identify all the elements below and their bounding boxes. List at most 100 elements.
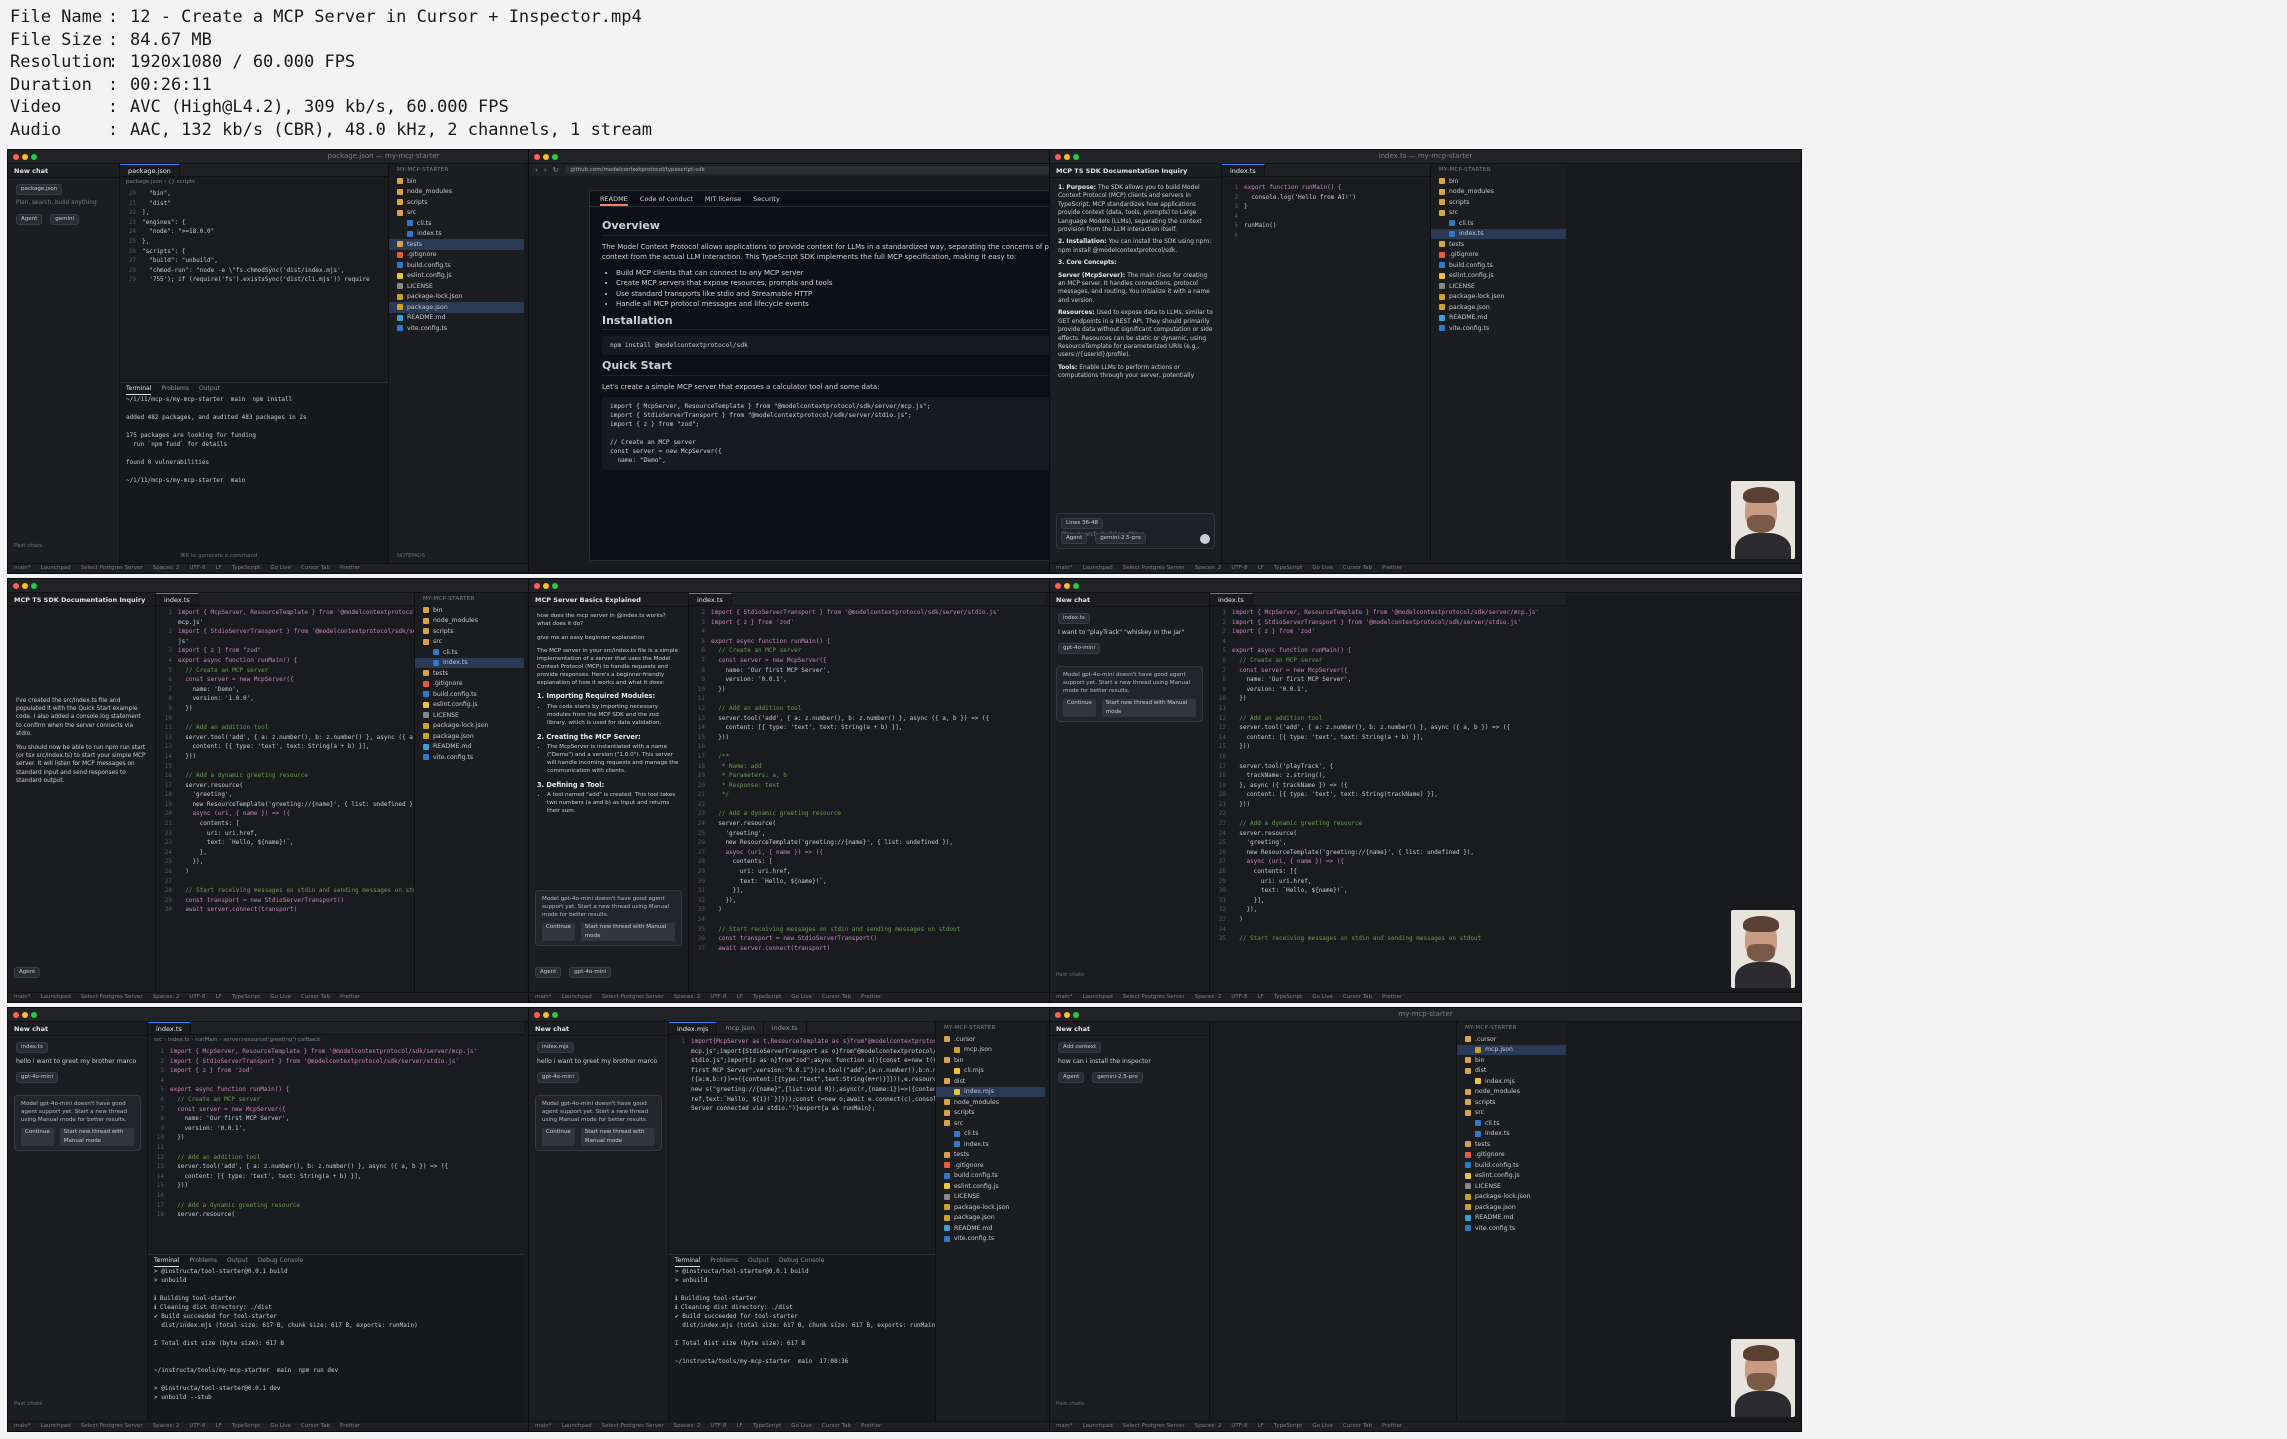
- status-item[interactable]: Spaces: 2: [1195, 564, 1222, 573]
- close-icon[interactable]: [13, 1012, 19, 1018]
- close-icon[interactable]: [534, 583, 540, 589]
- explorer-item[interactable]: README.md: [1457, 1213, 1566, 1224]
- status-item[interactable]: Cursor Tab: [1343, 993, 1372, 1002]
- context-chip[interactable]: index.ts: [1058, 613, 1090, 624]
- explorer-item[interactable]: LICENSE: [1457, 1181, 1566, 1192]
- minimize-icon[interactable]: [22, 583, 28, 589]
- explorer-item[interactable]: tests: [389, 239, 524, 250]
- explorer-item[interactable]: node_modules: [415, 616, 524, 627]
- explorer-item[interactable]: src: [415, 637, 524, 648]
- explorer-item[interactable]: build.config.ts: [1457, 1160, 1566, 1171]
- status-item[interactable]: main*: [14, 1422, 31, 1431]
- maximize-icon[interactable]: [1073, 583, 1079, 589]
- explorer-item[interactable]: cli.ts: [936, 1129, 1045, 1140]
- explorer-item[interactable]: scripts: [415, 626, 524, 637]
- explorer-item[interactable]: build.config.ts: [1431, 260, 1566, 271]
- editor-tab-mcp-json[interactable]: mcp.json: [717, 1022, 764, 1034]
- add-context-button[interactable]: Add context: [1058, 1042, 1102, 1053]
- explorer-item[interactable]: .cursor: [936, 1034, 1045, 1045]
- explorer-item[interactable]: LICENSE: [415, 710, 524, 721]
- explorer-item[interactable]: node_modules: [936, 1097, 1045, 1108]
- maximize-icon[interactable]: [552, 583, 558, 589]
- lines-chip[interactable]: Lines 36-48: [1061, 518, 1104, 529]
- explorer-item[interactable]: eslint.config.js: [415, 700, 524, 711]
- terminal-tab-terminal[interactable]: Terminal: [126, 383, 152, 395]
- status-item[interactable]: Launchpad: [41, 993, 71, 1002]
- agent-mode-button[interactable]: Agent: [14, 967, 41, 978]
- readme-tab-security[interactable]: Security: [753, 191, 780, 206]
- status-item[interactable]: main*: [535, 993, 552, 1002]
- status-item[interactable]: Select Postgres Server: [81, 993, 143, 1002]
- readme-tab-code-of-conduct[interactable]: Code of conduct: [640, 191, 693, 206]
- status-item[interactable]: Launchpad: [41, 1422, 71, 1431]
- readme-tab-mit-license[interactable]: MIT license: [705, 191, 741, 206]
- context-chip[interactable]: index.mjs: [537, 1042, 574, 1053]
- explorer-item[interactable]: tests: [1457, 1139, 1566, 1150]
- maximize-icon[interactable]: [31, 1012, 37, 1018]
- explorer-item[interactable]: LICENSE: [389, 281, 524, 292]
- code-view[interactable]: 1 import { McpServer, ResourceTemplate } …: [148, 1045, 524, 1220]
- explorer-item[interactable]: LICENSE: [1431, 281, 1566, 292]
- minimize-icon[interactable]: [1064, 583, 1070, 589]
- chat-input[interactable]: Lines 36-48 Plan, search, build anything…: [1056, 513, 1215, 549]
- explorer-item[interactable]: package.json: [415, 731, 524, 742]
- status-item[interactable]: Go Live: [791, 993, 812, 1002]
- status-item[interactable]: Cursor Tab: [1343, 564, 1372, 573]
- explorer-item[interactable]: README.md: [936, 1223, 1045, 1234]
- status-item[interactable]: main*: [14, 993, 31, 1002]
- status-item[interactable]: Launchpad: [1083, 564, 1113, 573]
- explorer-item[interactable]: vite.config.ts: [1457, 1223, 1566, 1234]
- status-item[interactable]: Go Live: [270, 1422, 291, 1431]
- past-chats-link[interactable]: Past chats: [1056, 1401, 1084, 1407]
- status-item[interactable]: Cursor Tab: [301, 993, 330, 1002]
- close-icon[interactable]: [534, 154, 540, 160]
- terminal-tab-output[interactable]: Output: [227, 1255, 248, 1267]
- explorer-item[interactable]: README.md: [389, 313, 524, 324]
- explorer-item[interactable]: vite.config.ts: [389, 323, 524, 334]
- agent-mode-button[interactable]: Agent: [1061, 533, 1088, 544]
- editor-tab-index-ts[interactable]: index.ts: [764, 1022, 807, 1034]
- quick-start-code[interactable]: import { McpServer, ResourceTemplate } f…: [602, 397, 1096, 470]
- explorer-item[interactable]: node_modules: [1457, 1087, 1566, 1098]
- explorer-item[interactable]: mcp.json: [1457, 1044, 1566, 1055]
- explorer-item[interactable]: cli.ts: [415, 647, 524, 658]
- forward-icon[interactable]: ›: [544, 166, 547, 174]
- back-icon[interactable]: ‹: [535, 166, 538, 174]
- editor-tab[interactable]: index.ts: [156, 593, 199, 605]
- continue-button[interactable]: Continue: [21, 1128, 54, 1146]
- status-item[interactable]: TypeScript: [1274, 564, 1303, 573]
- status-item[interactable]: Launchpad: [562, 1422, 592, 1431]
- status-item[interactable]: Launchpad: [1083, 993, 1113, 1002]
- code-view[interactable]: 1 import { McpServer, ResourceTemplate } …: [156, 606, 414, 915]
- explorer-item[interactable]: package-lock.json: [936, 1202, 1045, 1213]
- status-item[interactable]: Select Postgres Server: [81, 1422, 143, 1431]
- context-chip[interactable]: index.ts: [16, 1042, 48, 1053]
- status-item[interactable]: LF: [215, 993, 221, 1002]
- minimize-icon[interactable]: [543, 154, 549, 160]
- status-item[interactable]: LF: [736, 993, 742, 1002]
- explorer-item[interactable]: .gitignore: [389, 250, 524, 261]
- status-item[interactable]: UTF-8: [189, 1422, 205, 1431]
- status-item[interactable]: Cursor Tab: [301, 1422, 330, 1431]
- explorer-item[interactable]: LICENSE: [936, 1192, 1045, 1203]
- editor-tab[interactable]: index.ts: [1222, 164, 1265, 176]
- terminal-tab-debug-console[interactable]: Debug Console: [258, 1255, 303, 1267]
- code-view[interactable]: 1 export function runMain() {2 console.lo…: [1222, 177, 1430, 241]
- status-item[interactable]: Prettier: [340, 564, 360, 573]
- explorer-item[interactable]: package-lock.json: [1431, 292, 1566, 303]
- status-item[interactable]: LF: [1257, 1422, 1263, 1431]
- explorer-item[interactable]: .gitignore: [1431, 250, 1566, 261]
- explorer-item[interactable]: dist: [936, 1076, 1045, 1087]
- maximize-icon[interactable]: [31, 583, 37, 589]
- status-item[interactable]: Prettier: [340, 993, 360, 1002]
- terminal-tab-problems[interactable]: Problems: [161, 383, 189, 395]
- status-item[interactable]: LF: [736, 1422, 742, 1431]
- status-item[interactable]: Prettier: [340, 1422, 360, 1431]
- model-selector[interactable]: gpt-4o-mini: [1058, 643, 1100, 654]
- chat-input-text[interactable]: how can i install the inspector: [1058, 1057, 1201, 1066]
- past-chats-link[interactable]: Past chats: [14, 1401, 42, 1407]
- explorer-item[interactable]: eslint.config.js: [1431, 271, 1566, 282]
- status-item[interactable]: UTF-8: [710, 993, 726, 1002]
- close-icon[interactable]: [1055, 583, 1061, 589]
- explorer-item[interactable]: index.ts: [1431, 228, 1566, 239]
